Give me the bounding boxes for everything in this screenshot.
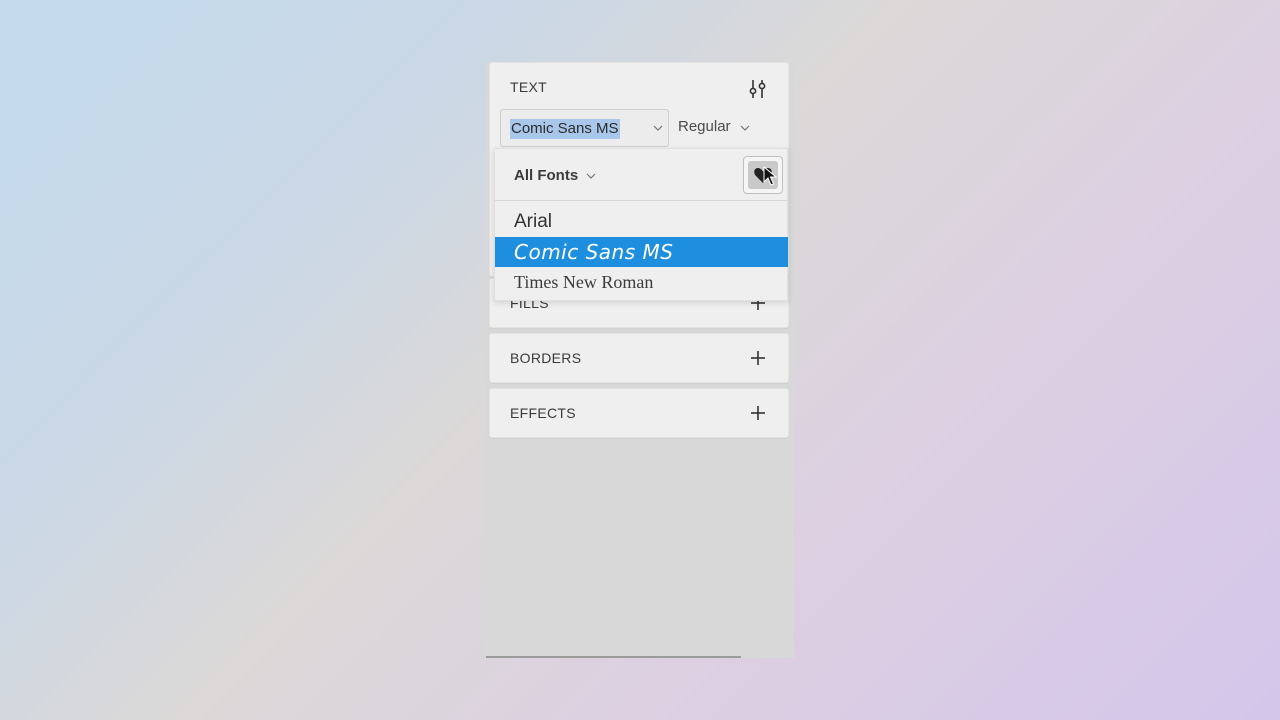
font-weight-select[interactable]: Regular [678, 118, 731, 135]
font-option-label: Arial [514, 211, 553, 232]
text-section-title: TEXT [510, 79, 547, 95]
chevron-down-icon[interactable] [586, 172, 596, 180]
effects-section-title: EFFECTS [510, 405, 576, 421]
font-option-arial[interactable]: Arial [495, 207, 788, 237]
mouse-cursor-icon [763, 166, 777, 186]
borders-section: BORDERS [489, 333, 789, 383]
font-family-select[interactable]: Comic Sans MS [500, 109, 669, 147]
borders-section-title: BORDERS [510, 350, 582, 366]
chevron-down-icon[interactable] [740, 124, 750, 132]
font-dropdown: All Fonts Arial Comic Sans MS Times New … [494, 148, 788, 301]
font-filter-select[interactable]: All Fonts [514, 167, 578, 184]
font-option-label: Times New Roman [514, 272, 654, 292]
font-option-comic-sans-ms[interactable]: Comic Sans MS [495, 237, 788, 267]
font-option-times-new-roman[interactable]: Times New Roman [495, 267, 788, 297]
add-effect-icon[interactable] [748, 403, 768, 423]
panel-scrollbar[interactable] [486, 656, 741, 658]
font-family-value[interactable]: Comic Sans MS [510, 119, 620, 139]
add-border-icon[interactable] [748, 348, 768, 368]
font-option-label: Comic Sans MS [514, 240, 674, 264]
font-dropdown-header: All Fonts [495, 149, 787, 201]
effects-section: EFFECTS [489, 388, 789, 438]
text-settings-icon[interactable] [748, 78, 768, 100]
chevron-down-icon [653, 125, 663, 131]
